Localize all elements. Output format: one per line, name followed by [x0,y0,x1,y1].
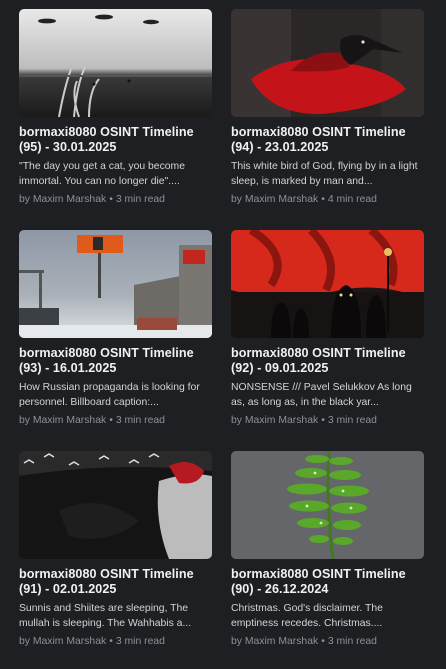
post-excerpt: Sunnis and Shiites are sleeping, The mul… [19,603,192,629]
post-author: by Maxim Marshak [231,415,319,426]
post-read-time: 3 min read [327,415,377,426]
meta-separator: • [321,636,325,647]
post-thumbnail[interactable] [231,230,424,338]
post-title[interactable]: bormaxi8080 OSINT Timeline (93) - 16.01.… [19,346,212,376]
meta-separator: • [321,194,325,205]
street-billboard-icon [19,230,212,338]
post-thumbnail[interactable] [231,9,424,117]
post-author: by Maxim Marshak [231,636,319,647]
post-excerpt: This white bird of God, flying by in a l… [231,161,418,187]
post-title[interactable]: bormaxi8080 OSINT Timeline (91) - 02.01.… [19,567,212,597]
post-title[interactable]: bormaxi8080 OSINT Timeline (90) - 26.12.… [231,567,424,597]
post-thumbnail[interactable] [19,451,212,559]
post-meta: by Maxim Marshak • 3 min read [19,414,212,428]
post-meta: by Maxim Marshak • 3 min read [19,193,212,207]
post-read-time: 3 min read [115,415,165,426]
meta-separator: • [321,415,325,426]
post-excerpt: NONSENSE /// Pavel Selukkov As long as, … [231,382,412,408]
post-excerpt: How Russian propaganda is looking for pe… [19,382,200,408]
post-read-time: 4 min read [327,194,377,205]
post-author: by Maxim Marshak [19,415,107,426]
post-author: by Maxim Marshak [231,194,319,205]
post-author: by Maxim Marshak [19,194,107,205]
post-meta: by Maxim Marshak • 3 min read [19,635,212,649]
post-title[interactable]: bormaxi8080 OSINT Timeline (94) - 23.01.… [231,125,424,155]
post-title[interactable]: bormaxi8080 OSINT Timeline (92) - 09.01.… [231,346,424,376]
post-author: by Maxim Marshak [19,636,107,647]
post-excerpt: Christmas. God's disclaimer. The emptine… [231,603,383,629]
post-grid: bormaxi8080 OSINT Timeline (95) - 30.01.… [0,0,446,660]
post-thumbnail[interactable] [19,9,212,117]
meta-separator: • [109,194,113,205]
post-card[interactable]: bormaxi8080 OSINT Timeline (94) - 23.01.… [231,9,424,230]
post-meta: by Maxim Marshak • 3 min read [231,635,424,649]
dark-birds-icon [19,451,212,559]
crow-red-icon [231,9,424,117]
post-card[interactable]: bormaxi8080 OSINT Timeline (92) - 09.01.… [231,230,424,451]
ufo-field-icon [19,9,212,117]
post-card[interactable]: bormaxi8080 OSINT Timeline (95) - 30.01.… [19,9,212,230]
post-meta: by Maxim Marshak • 4 min read [231,193,424,207]
post-thumbnail[interactable] [231,451,424,559]
meta-separator: • [109,636,113,647]
post-card[interactable]: bormaxi8080 OSINT Timeline (90) - 26.12.… [231,451,424,669]
post-card[interactable]: bormaxi8080 OSINT Timeline (93) - 16.01.… [19,230,212,451]
post-excerpt: "The day you get a cat, you become immor… [19,161,185,187]
meta-separator: • [109,415,113,426]
post-meta: by Maxim Marshak • 3 min read [231,414,424,428]
red-sky-figures-icon [231,230,424,338]
post-read-time: 3 min read [327,636,377,647]
post-read-time: 3 min read [115,636,165,647]
post-read-time: 3 min read [115,194,165,205]
post-thumbnail[interactable] [19,230,212,338]
fern-leaf-icon [231,451,424,559]
post-card[interactable]: bormaxi8080 OSINT Timeline (91) - 02.01.… [19,451,212,669]
post-title[interactable]: bormaxi8080 OSINT Timeline (95) - 30.01.… [19,125,212,155]
